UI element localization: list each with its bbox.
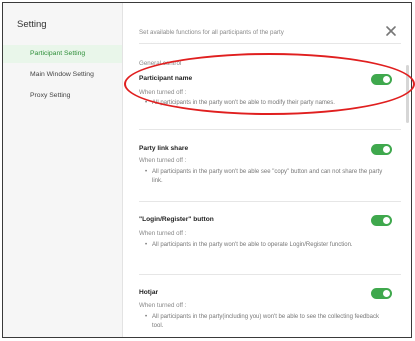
setting-description: All participants in the party won't be a… [145, 168, 390, 186]
settings-dialog: Setting Participant Setting Main Window … [2, 2, 412, 338]
when-off-label: When turned off : [139, 230, 187, 237]
when-off-label: When turned off : [139, 157, 187, 164]
row-divider [139, 201, 401, 202]
sidebar-title: Setting [17, 19, 47, 30]
row-divider [139, 129, 401, 130]
sidebar: Setting Participant Setting Main Window … [3, 3, 123, 337]
panel-subtitle: Set available functions for all particip… [139, 29, 284, 36]
row-divider [139, 274, 401, 275]
party-link-share-toggle[interactable] [371, 144, 392, 155]
setting-title: Party link share [139, 145, 189, 152]
setting-title: "Login/Register" button [139, 216, 214, 223]
section-label: General control [139, 60, 182, 67]
sidebar-item-main-window-setting[interactable]: Main Window Setting [3, 66, 122, 84]
setting-description: All participants in the party(including … [145, 313, 390, 331]
close-icon [386, 26, 396, 36]
header-divider [139, 43, 401, 44]
setting-description: All participants in the party won't be a… [145, 99, 390, 108]
sidebar-item-proxy-setting[interactable]: Proxy Setting [3, 87, 122, 105]
close-button[interactable] [385, 25, 397, 37]
sidebar-item-participant-setting[interactable]: Participant Setting [3, 45, 122, 63]
hotjar-toggle[interactable] [371, 288, 392, 299]
when-off-label: When turned off : [139, 89, 187, 96]
setting-description: All participants in the party won't be a… [145, 241, 390, 250]
scrollbar[interactable] [406, 65, 409, 123]
main-panel: Set available functions for all particip… [123, 3, 411, 337]
participant-name-toggle[interactable] [371, 74, 392, 85]
when-off-label: When turned off : [139, 302, 187, 309]
setting-title: Hotjar [139, 289, 159, 296]
login-register-toggle[interactable] [371, 215, 392, 226]
settings-list: General control Participant name When tu… [123, 47, 411, 337]
setting-title: Participant name [139, 75, 193, 82]
